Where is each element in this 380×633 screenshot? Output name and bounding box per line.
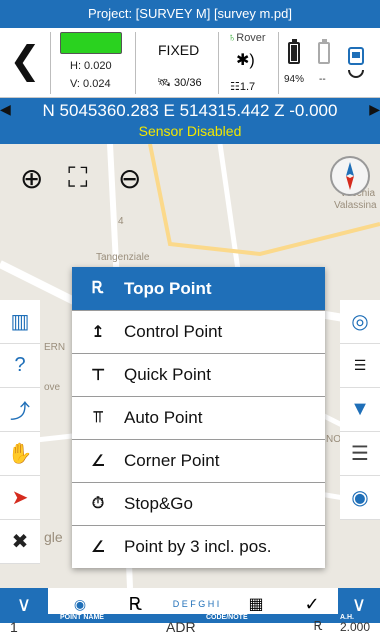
right-toolbar: ◎ ☰ ▼ ☰ ◉ <box>340 300 380 520</box>
menu-item-corner-point[interactable]: ∠ Corner Point <box>72 439 325 482</box>
point-name-label: POINT NAME <box>60 614 104 621</box>
record-location-icon[interactable]: ◉ <box>340 476 380 520</box>
code-note-label: CODE/NOTE <box>206 614 248 621</box>
map-label: Valassina <box>334 200 377 211</box>
field-values-row: 1 ADR Ꭱ 2.000 <box>0 619 380 633</box>
correction-age-value: 1.7 <box>239 81 256 93</box>
antenna-height-value[interactable]: 2.000 <box>340 620 370 633</box>
menu-item-point-by-3[interactable]: ∠ Point by 3 incl. pos. <box>72 525 325 568</box>
zoom-extent-icon[interactable]: ⛶ <box>68 162 88 195</box>
arrow-right-icon: ▶ <box>369 101 380 117</box>
measure-area-icon[interactable]: ▥ <box>0 300 40 344</box>
menu-item-label: Topo Point <box>124 278 212 298</box>
rover-label: ♄Rover <box>228 32 266 44</box>
map-label: ERN <box>44 342 66 353</box>
divider <box>50 32 51 94</box>
compass-icon[interactable] <box>330 156 370 196</box>
control-point-icon: ↥ <box>91 324 105 341</box>
battery-2-icon <box>318 39 330 64</box>
divider <box>218 32 219 94</box>
back-button[interactable]: ❮ <box>0 28 50 98</box>
menu-item-label: Auto Point <box>124 408 203 427</box>
battery-2-percent: -- <box>319 74 326 85</box>
map-label: 4 <box>118 216 124 227</box>
fix-status: FIXED <box>158 42 200 58</box>
menu-item-quick-point[interactable]: ⊤ Quick Point <box>72 353 325 396</box>
sensor-status: Sensor Disabled <box>138 123 242 139</box>
coordinates-bar: ◀ N 5045360.283 E 514315.442 Z -0.000 Se… <box>0 98 380 144</box>
device-settings-icon[interactable] <box>345 46 367 80</box>
bottom-toolbar: ∨ ◉ Ꭱ D E F G H I ▦ ✓ ∨ POINT NAME CODE/… <box>0 588 380 633</box>
quick-point-icon: ⊤ <box>90 367 106 384</box>
percent-tag-icon[interactable]: ▼ <box>340 388 380 432</box>
auto-point-icon: ⫪ <box>93 409 103 426</box>
stop-go-icon: ⏱ <box>91 495 105 512</box>
point-list-icon[interactable]: ☰ <box>340 344 380 388</box>
satellite-count: 🛰 30/36 <box>157 76 202 89</box>
menu-item-label: Quick Point <box>124 365 211 384</box>
divider <box>278 32 279 94</box>
rover-text: Rover <box>236 32 266 44</box>
correction-age: ☷1.7 <box>230 81 256 93</box>
map-label: ove <box>44 382 61 393</box>
map-label: Tangenziale <box>96 252 150 263</box>
menu-item-label: Control Point <box>124 322 223 341</box>
menu-item-auto-point[interactable]: ⫪ Auto Point <box>72 396 325 439</box>
menu-item-stop-go[interactable]: ⏱ Stop&Go <box>72 482 325 525</box>
corner-point-icon: ∠ <box>90 453 106 470</box>
menu-item-label: Corner Point <box>124 451 220 470</box>
fix-quality-indicator <box>60 32 122 54</box>
menu-item-label: Point by 3 incl. pos. <box>124 537 272 556</box>
battery-1-percent: 94% <box>284 74 305 85</box>
menu-item-label: Stop&Go <box>124 494 193 513</box>
code-value[interactable]: ADR <box>166 619 196 633</box>
select-line-icon[interactable]: ⤴ <box>0 388 40 432</box>
menu-item-control-point[interactable]: ↥ Control Point <box>72 310 325 353</box>
zoom-out-icon[interactable]: ⊖ <box>118 162 141 195</box>
point-name-value[interactable]: 1 <box>10 619 18 633</box>
antenna-pole-icon: Ꭱ <box>314 619 324 633</box>
v-precision: V: 0.024 <box>70 78 111 90</box>
map-label: gle <box>44 529 63 545</box>
bluetooth-icon: ✱) <box>236 52 255 69</box>
topo-point-icon: Ꭱ <box>91 279 105 297</box>
point-by-3-icon: ∠ <box>90 539 106 556</box>
target-icon[interactable]: ◎ <box>340 300 380 344</box>
battery-1-icon <box>288 39 300 64</box>
satellite-count-value: 30/36 <box>174 77 202 89</box>
zoom-in-icon[interactable]: ⊕ <box>20 162 43 195</box>
h-precision: H: 0.020 <box>70 60 112 72</box>
map-label: NO <box>326 434 341 445</box>
layers-icon[interactable]: ☰ <box>340 432 380 476</box>
hand-pick-icon[interactable]: ✋ <box>0 432 40 476</box>
stakeout-icon[interactable]: ✖ <box>0 520 40 564</box>
maps-app-icon[interactable]: ➤ <box>0 476 40 520</box>
rover-antenna-icon: ♄ <box>228 32 237 44</box>
divider <box>135 32 136 94</box>
title-bar: Project: [SURVEY M] [survey m.pd] <box>0 0 380 28</box>
satellite-icon: 🛰 <box>157 77 171 89</box>
gnss-status-bar: ❮ H: 0.020 V: 0.024 FIXED 🛰 30/36 ♄Rover… <box>0 28 380 98</box>
point-type-menu: Ꭱ Topo Point ↥ Control Point ⊤ Quick Poi… <box>72 267 325 568</box>
left-toolbar: ▥ ? ⤴ ✋ ➤ ✖ <box>0 300 40 564</box>
coordinates-text: N 5045360.283 E 514315.442 Z -0.000 <box>42 101 338 120</box>
query-point-icon[interactable]: ? <box>0 344 40 388</box>
menu-item-topo-point[interactable]: Ꭱ Topo Point <box>72 267 325 310</box>
arrow-left-icon: ◀ <box>0 101 11 117</box>
